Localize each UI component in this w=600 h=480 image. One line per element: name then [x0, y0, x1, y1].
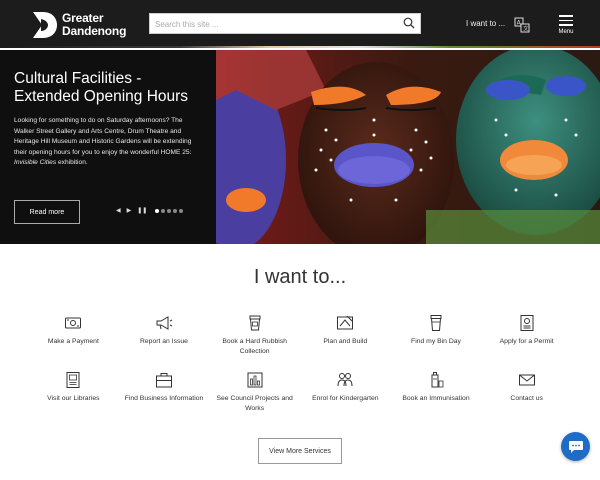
logo-line-2: Dandenong: [62, 24, 127, 38]
service-label: Enrol for Kindergarten: [312, 395, 379, 402]
bin-icon: [430, 315, 442, 331]
blueprint-icon: [337, 315, 354, 330]
payment-icon: [65, 317, 82, 329]
immunisation-icon: [431, 372, 444, 388]
translate-icon[interactable]: A 文: [514, 17, 530, 33]
service-label: Make a Payment: [47, 338, 99, 345]
logo-icon: [33, 12, 57, 38]
view-more-services-button[interactable]: View More Services: [258, 438, 342, 464]
hamburger-icon: [556, 15, 576, 26]
service-book-immunisation[interactable]: Book an Immunisation: [391, 371, 482, 414]
hero-title: Cultural Facilities - Extended Opening H…: [14, 70, 189, 105]
slide-dot[interactable]: [173, 209, 178, 213]
carousel-controls: ◀ ▶ ❚❚: [116, 207, 184, 215]
service-find-bin-day[interactable]: Find my Bin Day: [391, 314, 482, 357]
service-label: Plan and Build: [323, 338, 368, 345]
service-make-payment[interactable]: Make a Payment: [28, 314, 119, 357]
service-contact-us[interactable]: Contact us: [481, 371, 572, 414]
search-box: [149, 13, 421, 34]
service-report-issue[interactable]: Report an Issue: [119, 314, 210, 357]
megaphone-icon: [156, 316, 173, 330]
chat-button[interactable]: [561, 432, 590, 461]
site-header: Greater Dandenong I want to ... A 文 Menu: [0, 0, 600, 46]
library-icon: [66, 372, 80, 388]
service-label: Find my Bin Day: [411, 338, 461, 345]
service-council-projects[interactable]: See Council Projects and Works: [209, 371, 300, 414]
service-label: Find Business Information: [124, 395, 204, 402]
service-apply-permit[interactable]: Apply for a Permit: [481, 314, 572, 357]
logo-text: Greater Dandenong: [62, 12, 126, 38]
hero-image: [216, 50, 600, 244]
service-visit-libraries[interactable]: Visit our Libraries: [28, 371, 119, 414]
menu-label: Menu: [558, 28, 574, 35]
hero-text-body: Looking for something to do on Saturday …: [14, 117, 192, 156]
service-enrol-kindergarten[interactable]: Enrol for Kindergarten: [300, 371, 391, 414]
chat-bubble-icon: [568, 440, 583, 453]
services-grid: Make a Payment Report an Issue Book a Ha…: [28, 314, 572, 414]
site-logo[interactable]: Greater Dandenong: [30, 10, 126, 40]
hero-text-italic: Invisible Cities: [14, 159, 57, 166]
i-want-to-link[interactable]: I want to ...: [466, 19, 505, 28]
rubbish-bin-icon: [249, 315, 261, 331]
service-business-info[interactable]: Find Business Information: [119, 371, 210, 414]
service-plan-build[interactable]: Plan and Build: [300, 314, 391, 357]
pause-icon[interactable]: ❚❚: [137, 207, 147, 215]
read-more-button[interactable]: Read more: [14, 200, 80, 224]
next-slide-icon[interactable]: ▶: [127, 207, 132, 215]
hero-panel: Cultural Facilities - Extended Opening H…: [0, 50, 216, 244]
service-label: Apply for a Permit: [499, 338, 554, 345]
service-label: See Council Projects and Works: [216, 395, 293, 412]
slide-dot[interactable]: [155, 209, 160, 213]
service-label: Contact us: [510, 395, 543, 402]
hero-text-suffix: exhibition.: [58, 159, 88, 166]
search-input[interactable]: [150, 15, 390, 34]
menu-button[interactable]: Menu: [556, 15, 576, 35]
permit-icon: [520, 315, 534, 331]
envelope-icon: [518, 374, 535, 386]
svg-text:文: 文: [523, 25, 529, 33]
slide-dot[interactable]: [179, 209, 184, 213]
projects-icon: [247, 372, 263, 388]
search-icon[interactable]: [403, 17, 415, 29]
prev-slide-icon[interactable]: ◀: [116, 207, 121, 215]
service-book-hard-rubbish[interactable]: Book a Hard Rubbish Collection: [209, 314, 300, 357]
kindergarten-icon: [337, 373, 353, 387]
hero-text: Looking for something to do on Saturday …: [14, 116, 196, 169]
service-label: Visit our Libraries: [47, 395, 100, 402]
service-label: Book a Hard Rubbish Collection: [222, 338, 287, 355]
service-label: Report an Issue: [139, 338, 188, 345]
section-title: I want to...: [253, 266, 347, 288]
header-stripe: [0, 46, 600, 48]
slide-dots: [155, 209, 184, 213]
slide-dot[interactable]: [161, 209, 166, 213]
briefcase-icon: [155, 373, 172, 388]
slide-dot[interactable]: [167, 209, 172, 213]
service-label: Book an Immunisation: [402, 395, 470, 402]
